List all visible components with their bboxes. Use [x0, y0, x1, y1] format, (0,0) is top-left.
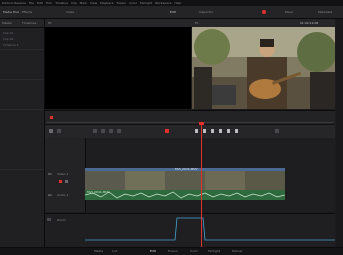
- play-icon[interactable]: [219, 129, 222, 133]
- index-button[interactable]: Index: [66, 10, 74, 14]
- keyframe-curve: [85, 217, 335, 241]
- transport-controls: [45, 124, 335, 139]
- divider: [0, 109, 44, 110]
- effects-button[interactable]: Effects: [22, 10, 32, 14]
- source-viewer[interactable]: [45, 27, 191, 109]
- page-fusion[interactable]: Fusion: [168, 249, 178, 253]
- keyframe-editor[interactable]: Zoom: [45, 213, 335, 248]
- audio-clip-label: MVI_2041.MOV: [87, 190, 110, 194]
- video-thumbnails: [85, 171, 285, 190]
- source-zoom[interactable]: Fit: [48, 21, 52, 25]
- menu-item-fairlight[interactable]: Fairlight: [140, 1, 152, 5]
- page-cut[interactable]: Cut: [112, 249, 117, 253]
- edit-tab[interactable]: Edit: [170, 10, 176, 14]
- skip-back-icon[interactable]: [195, 129, 198, 133]
- list-item[interactable]: Timeline 1: [3, 43, 19, 47]
- media-pool: Master Timelines Clip 01 Clip 02 Timelin…: [0, 19, 45, 254]
- menu-item-playback[interactable]: Playback: [100, 1, 113, 5]
- menu-item-view[interactable]: View: [90, 1, 97, 5]
- mixer-button[interactable]: Mixer: [285, 10, 293, 14]
- list-item[interactable]: Clip 01: [3, 31, 13, 35]
- in-point-marker-icon: [50, 116, 53, 119]
- stop-icon[interactable]: [211, 129, 214, 133]
- track-id-a1: A1: [48, 193, 52, 197]
- skip-forward-icon[interactable]: [227, 129, 230, 133]
- record-indicator-icon: [262, 10, 266, 14]
- inspector-button[interactable]: Inspector: [199, 10, 213, 14]
- performer-frame-image: [192, 27, 335, 109]
- toolbar: Media Pool Effects Index Edit Inspector …: [0, 6, 343, 19]
- media-pool-header: Master Timelines: [0, 19, 44, 28]
- playhead-handle-icon[interactable]: [199, 122, 204, 125]
- keyframe-toggle-icon[interactable]: [47, 218, 51, 221]
- track-name-a1: Audio 1: [57, 193, 69, 197]
- menu-item-app[interactable]: DaVinci Resolve: [2, 1, 26, 5]
- zoom-icon[interactable]: [275, 129, 279, 133]
- tab-master[interactable]: Master: [2, 21, 12, 25]
- divider: [0, 49, 44, 50]
- metadata-button[interactable]: Metadata: [318, 10, 332, 14]
- page-color[interactable]: Color: [190, 249, 198, 253]
- menu-item-file[interactable]: File: [29, 1, 34, 5]
- keyframe-parameter-label: Zoom: [57, 218, 66, 222]
- menu-item-edit[interactable]: Edit: [37, 1, 43, 5]
- menu-item-workspace[interactable]: Workspace: [155, 1, 171, 5]
- insert-icon[interactable]: [101, 129, 105, 133]
- timeline-zoom[interactable]: Fit: [195, 21, 199, 25]
- audio-waveform: [85, 190, 285, 200]
- play-reverse-icon[interactable]: [203, 129, 206, 133]
- select-tool-icon[interactable]: [49, 129, 53, 133]
- track-id-v1: V1: [48, 172, 52, 176]
- timeline-viewer[interactable]: [192, 27, 335, 109]
- page-media[interactable]: Media: [94, 249, 103, 253]
- track-lock-icon[interactable]: [59, 180, 62, 183]
- audio-clip[interactable]: MVI_2041.MOV: [85, 190, 285, 200]
- overwrite-icon[interactable]: [109, 129, 113, 133]
- page-edit[interactable]: Edit: [150, 249, 156, 253]
- list-item[interactable]: Clip 02: [3, 37, 13, 41]
- media-pool-button[interactable]: Media Pool: [3, 10, 19, 14]
- menu-item-clip[interactable]: Clip: [71, 1, 77, 5]
- page-deliver[interactable]: Deliver: [232, 249, 243, 253]
- video-clip[interactable]: MVI_2041.MOV: [85, 167, 285, 190]
- menu-item-help[interactable]: Help: [174, 1, 181, 5]
- scrub-bar[interactable]: [45, 110, 335, 125]
- replace-icon[interactable]: [117, 129, 121, 133]
- viewer-timecode: 01:00:12:08: [300, 21, 319, 25]
- menu-item-mark[interactable]: Mark: [80, 1, 87, 5]
- page-fairlight[interactable]: Fairlight: [208, 249, 220, 253]
- tab-timelines[interactable]: Timelines: [22, 21, 36, 25]
- menu-item-timeline[interactable]: Timeline: [55, 1, 68, 5]
- menu-item-fusion[interactable]: Fusion: [117, 1, 127, 5]
- right-panel: [336, 19, 343, 254]
- menu-item-color[interactable]: Color: [129, 1, 137, 5]
- divider: [0, 169, 44, 170]
- loop-icon[interactable]: [235, 129, 238, 133]
- track-name-v1: Video 1: [57, 172, 69, 176]
- playhead[interactable]: [199, 122, 204, 247]
- track-eye-icon[interactable]: [65, 180, 68, 183]
- menu-item-trim[interactable]: Trim: [46, 1, 52, 5]
- trim-tool-icon[interactable]: [57, 129, 61, 133]
- snapping-icon[interactable]: [165, 129, 169, 133]
- track-headers: V1 Video 1 A1 Audio 1: [45, 138, 86, 212]
- menu-items: DaVinci Resolve File Edit Trim Timeline …: [2, 1, 181, 5]
- blade-tool-icon[interactable]: [93, 129, 97, 133]
- scrub-track: [47, 122, 333, 123]
- divider: [0, 79, 44, 80]
